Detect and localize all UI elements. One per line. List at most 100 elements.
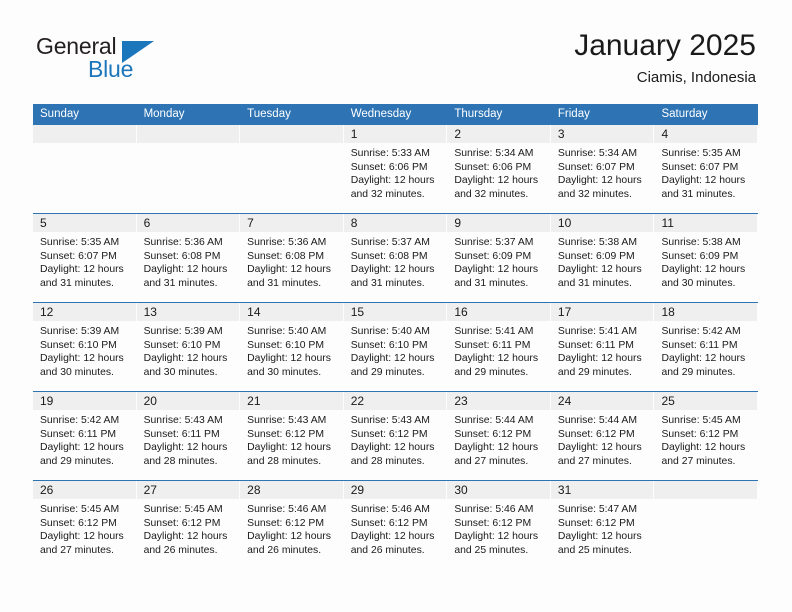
sunset-text: Sunset: 6:08 PM — [247, 250, 324, 262]
daylight-text-line2: and 30 minutes. — [661, 277, 736, 289]
day-details: Sunrise: 5:38 AM Sunset: 6:09 PM Daylight:… — [654, 232, 758, 290]
day-cell[interactable]: 13 Sunrise: 5:39 AM Sunset: 6:10 PM Dayligh… — [136, 303, 241, 391]
day-number-band: 27 — [136, 481, 241, 499]
daylight-text-line1: Daylight: 12 hours — [350, 353, 435, 365]
day-cell[interactable]: 8 Sunrise: 5:37 AM Sunset: 6:08 PM Daylight… — [343, 214, 448, 302]
day-cell[interactable]: 23 Sunrise: 5:44 AM Sunset: 6:12 PM Dayligh… — [447, 392, 551, 480]
sunrise-text: Sunrise: 5:39 AM — [40, 326, 120, 337]
day-number-band: 14 — [240, 303, 344, 321]
day-cell[interactable]: 11 Sunrise: 5:38 AM Sunset: 6:09 PM Dayligh… — [654, 214, 759, 302]
daylight-text-line1: Daylight: 12 hours — [143, 264, 228, 276]
sunset-text: Sunset: 6:08 PM — [350, 250, 428, 262]
daylight-text-line1: Daylight: 12 hours — [40, 353, 124, 365]
day-cell[interactable]: 28 Sunrise: 5:46 AM Sunset: 6:12 PM Dayligh… — [240, 481, 344, 569]
day-cell[interactable]: 19 Sunrise: 5:42 AM Sunset: 6:11 PM Dayligh… — [33, 392, 137, 480]
sunrise-text: Sunrise: 5:42 AM — [661, 326, 741, 337]
sunrise-text: Sunrise: 5:34 AM — [557, 148, 638, 159]
daylight-text-line2: and 30 minutes. — [247, 366, 322, 378]
day-number-band: 3 — [550, 125, 655, 143]
daylight-text-line1: Daylight: 12 hours — [557, 264, 642, 276]
daylight-text-line2: and 27 minutes. — [557, 455, 632, 467]
sunset-text: Sunset: 6:12 PM — [454, 428, 532, 440]
daylight-text-line2: and 32 minutes. — [557, 188, 632, 200]
day-number-band: 26 — [33, 481, 137, 499]
daylight-text-line2: and 26 minutes. — [350, 544, 425, 556]
day-number-band: 12 — [33, 303, 137, 321]
day-number-band: 20 — [136, 392, 241, 410]
day-cell[interactable]: 1 Sunrise: 5:33 AM Sunset: 6:06 PM Daylight… — [343, 125, 448, 213]
day-details: Sunrise: 5:43 AM Sunset: 6:12 PM Daylight:… — [344, 410, 448, 468]
sunset-text: Sunset: 6:06 PM — [454, 161, 532, 173]
day-details: Sunrise: 5:40 AM Sunset: 6:10 PM Daylight:… — [344, 321, 448, 379]
day-cell[interactable]: 31 Sunrise: 5:47 AM Sunset: 6:12 PM Dayligh… — [550, 481, 655, 569]
day-cell[interactable]: 2 Sunrise: 5:34 AM Sunset: 6:06 PM Daylight… — [447, 125, 551, 213]
day-number: 29 — [350, 483, 365, 497]
daylight-text-line2: and 28 minutes. — [143, 455, 218, 467]
weekday-header-row: Sunday Monday Tuesday Wednesday Thursday Frid… — [33, 104, 758, 125]
daylight-text-line1: Daylight: 12 hours — [350, 531, 435, 543]
day-cell[interactable]: 18 Sunrise: 5:42 AM Sunset: 6:11 PM Dayligh… — [654, 303, 759, 391]
day-number: 8 — [350, 216, 358, 230]
sunset-text: Sunset: 6:12 PM — [40, 517, 117, 529]
daylight-text-line1: Daylight: 12 hours — [454, 442, 539, 454]
sunset-text: Sunset: 6:12 PM — [557, 428, 635, 440]
sunset-text: Sunset: 6:12 PM — [557, 517, 635, 529]
daylight-text-line1: Daylight: 12 hours — [247, 442, 331, 454]
day-details: Sunrise: 5:34 AM Sunset: 6:07 PM Daylight:… — [551, 143, 655, 201]
day-number-band: 15 — [343, 303, 448, 321]
daylight-text-line1: Daylight: 12 hours — [454, 264, 539, 276]
sunrise-text: Sunrise: 5:41 AM — [557, 326, 638, 337]
day-cell[interactable]: 5 Sunrise: 5:35 AM Sunset: 6:07 PM Daylight… — [33, 214, 137, 302]
day-cell[interactable]: 29 Sunrise: 5:46 AM Sunset: 6:12 PM Dayligh… — [343, 481, 448, 569]
day-cell[interactable]: 15 Sunrise: 5:40 AM Sunset: 6:10 PM Dayligh… — [343, 303, 448, 391]
day-cell[interactable]: 7 Sunrise: 5:36 AM Sunset: 6:08 PM Daylight… — [240, 214, 344, 302]
week-inner: 19 Sunrise: 5:42 AM Sunset: 6:11 PM Dayligh… — [33, 392, 759, 480]
daylight-text-line2: and 26 minutes. — [143, 544, 218, 556]
day-cell[interactable]: 21 Sunrise: 5:43 AM Sunset: 6:12 PM Dayligh… — [240, 392, 344, 480]
day-details: Sunrise: 5:42 AM Sunset: 6:11 PM Daylight:… — [654, 321, 758, 379]
daylight-text-line1: Daylight: 12 hours — [40, 531, 124, 543]
day-cell[interactable]: 12 Sunrise: 5:39 AM Sunset: 6:10 PM Dayligh… — [33, 303, 137, 391]
day-cell[interactable]: 22 Sunrise: 5:43 AM Sunset: 6:12 PM Dayligh… — [343, 392, 448, 480]
day-details: Sunrise: 5:40 AM Sunset: 6:10 PM Daylight:… — [240, 321, 344, 379]
day-number-band: 8 — [343, 214, 448, 232]
day-cell[interactable]: 24 Sunrise: 5:44 AM Sunset: 6:12 PM Dayligh… — [550, 392, 655, 480]
daylight-text-line2: and 32 minutes. — [350, 188, 425, 200]
day-number-band: 18 — [654, 303, 759, 321]
day-cell[interactable]: 30 Sunrise: 5:46 AM Sunset: 6:12 PM Dayligh… — [447, 481, 551, 569]
daylight-text-line2: and 28 minutes. — [350, 455, 425, 467]
daylight-text-line1: Daylight: 12 hours — [557, 175, 642, 187]
sunrise-text: Sunrise: 5:45 AM — [143, 504, 223, 515]
week-inner: 26 Sunrise: 5:45 AM Sunset: 6:12 PM Dayligh… — [33, 481, 759, 569]
day-cell[interactable]: 27 Sunrise: 5:45 AM Sunset: 6:12 PM Dayligh… — [136, 481, 241, 569]
day-cell[interactable]: 10 Sunrise: 5:38 AM Sunset: 6:09 PM Dayligh… — [550, 214, 655, 302]
day-cell[interactable]: 16 Sunrise: 5:41 AM Sunset: 6:11 PM Dayligh… — [447, 303, 551, 391]
day-number-band: 13 — [136, 303, 241, 321]
day-details: Sunrise: 5:47 AM Sunset: 6:12 PM Daylight:… — [551, 499, 655, 557]
general-blue-logo[interactable]: General Blue — [36, 33, 216, 89]
day-cell[interactable]: 6 Sunrise: 5:36 AM Sunset: 6:08 PM Daylight… — [136, 214, 241, 302]
day-details: Sunrise: 5:46 AM Sunset: 6:12 PM Daylight:… — [240, 499, 344, 557]
day-cell[interactable]: 4 Sunrise: 5:35 AM Sunset: 6:07 PM Daylight… — [654, 125, 759, 213]
sunrise-text: Sunrise: 5:45 AM — [661, 415, 741, 426]
sunset-text: Sunset: 6:11 PM — [40, 428, 117, 440]
sunrise-text: Sunrise: 5:37 AM — [454, 237, 534, 248]
day-details: Sunrise: 5:45 AM Sunset: 6:12 PM Daylight:… — [137, 499, 241, 557]
day-cell[interactable]: 25 Sunrise: 5:45 AM Sunset: 6:12 PM Dayligh… — [654, 392, 759, 480]
day-cell[interactable]: 3 Sunrise: 5:34 AM Sunset: 6:07 PM Daylight… — [550, 125, 655, 213]
day-cell[interactable]: 26 Sunrise: 5:45 AM Sunset: 6:12 PM Dayligh… — [33, 481, 137, 569]
daylight-text-line2: and 27 minutes. — [40, 544, 114, 556]
day-details: Sunrise: 5:34 AM Sunset: 6:06 PM Daylight:… — [447, 143, 551, 201]
day-number: 20 — [143, 394, 157, 408]
day-number-band: 21 — [240, 392, 344, 410]
day-details: Sunrise: 5:33 AM Sunset: 6:06 PM Daylight:… — [344, 143, 448, 201]
day-cell[interactable]: 20 Sunrise: 5:43 AM Sunset: 6:11 PM Dayligh… — [136, 392, 241, 480]
day-cell[interactable]: 17 Sunrise: 5:41 AM Sunset: 6:11 PM Dayligh… — [550, 303, 655, 391]
day-number: 7 — [247, 216, 254, 230]
daylight-text-line2: and 31 minutes. — [661, 188, 736, 200]
day-number: 2 — [454, 127, 461, 141]
day-cell[interactable]: 14 Sunrise: 5:40 AM Sunset: 6:10 PM Dayligh… — [240, 303, 344, 391]
daylight-text-line1: Daylight: 12 hours — [557, 353, 642, 365]
daylight-text-line1: Daylight: 12 hours — [557, 531, 642, 543]
day-cell[interactable]: 9 Sunrise: 5:37 AM Sunset: 6:09 PM Daylight… — [447, 214, 551, 302]
